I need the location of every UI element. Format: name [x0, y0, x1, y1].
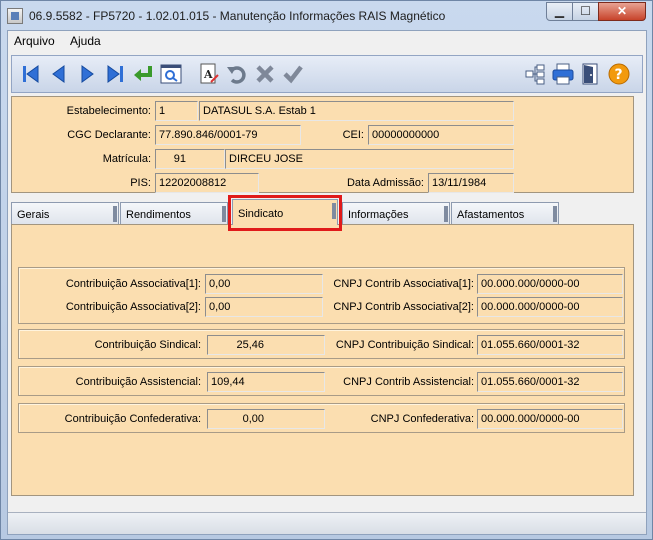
menu-bar: Arquivo Ajuda — [8, 31, 646, 51]
tab-afastamentos[interactable]: Afastamentos — [451, 202, 559, 224]
last-record-icon[interactable] — [104, 63, 126, 85]
toolbar: A ? — [11, 55, 643, 93]
maximize-button[interactable]: ☐ — [572, 2, 599, 21]
menu-arquivo[interactable]: Arquivo — [14, 34, 55, 48]
menu-ajuda[interactable]: Ajuda — [70, 34, 101, 48]
assoc1-cnpj-field[interactable]: 00.000.000/0000-00 — [477, 274, 623, 294]
app-window: 06.9.5582 - FP5720 - 1.02.01.015 - Manut… — [0, 0, 653, 540]
matricula-code-field[interactable]: 91 — [155, 149, 225, 169]
svg-text:A: A — [203, 68, 213, 81]
cei-field[interactable]: 00000000000 — [368, 125, 514, 145]
admissao-field[interactable]: 13/11/1984 — [428, 173, 514, 193]
tab-informacoes[interactable]: Informações — [342, 202, 450, 224]
cei-label: CEI: — [342, 129, 364, 141]
assistencial-group: Contribuição Assistencial: 109,44 CNPJ C… — [18, 366, 625, 396]
assistencial-label: Contribuição Assistencial: — [75, 376, 201, 388]
confederativa-group: Contribuição Confederativa: 0,00 CNPJ Co… — [18, 403, 625, 433]
sindical-group: Contribuição Sindical: 25,46 CNPJ Contri… — [18, 329, 625, 359]
assoc1-cnpj-label: CNPJ Contrib Associativa[1]: — [333, 278, 474, 290]
sindicato-panel: Contribuição Associativa[1]: 0,00 CNPJ C… — [11, 224, 634, 496]
window-title: 06.9.5582 - FP5720 - 1.02.01.015 - Manut… — [29, 9, 446, 23]
assoc2-label: Contribuição Associativa[2]: — [65, 301, 201, 313]
client-area: Arquivo Ajuda A ? Estabelecimento: 1 DAT… — [7, 30, 647, 535]
header-form: Estabelecimento: 1 DATASUL S.A. Estab 1 … — [11, 96, 634, 193]
admissao-label: Data Admissão: — [346, 177, 424, 189]
tree-icon[interactable] — [524, 63, 546, 85]
tab-rendimentos[interactable]: Rendimentos — [120, 202, 228, 224]
previous-record-icon[interactable] — [48, 63, 70, 85]
title-bar[interactable]: 06.9.5582 - FP5720 - 1.02.01.015 - Manut… — [1, 1, 652, 31]
cgc-field[interactable]: 77.890.846/0001-79 — [155, 125, 301, 145]
tab-edge — [444, 206, 448, 222]
tab-gerais[interactable]: Gerais — [11, 202, 119, 224]
active-tab-highlight — [228, 195, 342, 231]
tab-edge — [113, 206, 117, 222]
assistencial-cnpj-field[interactable]: 01.055.660/0001-32 — [477, 372, 623, 392]
undo-icon[interactable] — [226, 63, 248, 85]
pis-field[interactable]: 12202008812 — [155, 173, 259, 193]
confederativa-cnpj-label: CNPJ Confederativa: — [370, 413, 474, 425]
tab-informacoes-label: Informações — [348, 209, 409, 221]
tab-edge — [222, 206, 226, 222]
associativa-group: Contribuição Associativa[1]: 0,00 CNPJ C… — [18, 267, 625, 324]
next-record-icon[interactable] — [76, 63, 98, 85]
help-icon[interactable]: ? — [608, 63, 630, 85]
estabelecimento-label: Estabelecimento: — [66, 105, 151, 117]
search-icon[interactable] — [160, 63, 182, 85]
matricula-name-field: DIRCEU JOSE — [225, 149, 514, 169]
svg-text:?: ? — [615, 67, 623, 83]
exit-icon[interactable] — [580, 63, 602, 85]
tab-rendimentos-label: Rendimentos — [126, 209, 191, 221]
tab-edge — [553, 206, 557, 222]
edit-icon[interactable]: A — [198, 63, 220, 85]
delete-icon[interactable] — [254, 63, 276, 85]
app-icon — [7, 8, 23, 24]
estabelecimento-name-field: DATASUL S.A. Estab 1 — [199, 101, 514, 121]
confederativa-label: Contribuição Confederativa: — [64, 413, 201, 425]
assoc1-label: Contribuição Associativa[1]: — [65, 278, 201, 290]
minimize-button[interactable]: ▁ — [546, 2, 573, 21]
matricula-label: Matrícula: — [102, 153, 151, 165]
estabelecimento-code-field[interactable]: 1 — [155, 101, 198, 121]
pis-label: PIS: — [130, 177, 151, 189]
first-record-icon[interactable] — [20, 63, 42, 85]
close-button[interactable]: ✕ — [598, 2, 646, 21]
confederativa-field[interactable]: 0,00 — [207, 409, 325, 429]
assoc2-cnpj-label: CNPJ Contrib Associativa[2]: — [333, 301, 474, 313]
assistencial-cnpj-label: CNPJ Contrib Assistencial: — [343, 376, 474, 388]
goto-record-icon[interactable] — [132, 63, 154, 85]
assoc2-field[interactable]: 0,00 — [205, 297, 323, 317]
assoc2-cnpj-field[interactable]: 00.000.000/0000-00 — [477, 297, 623, 317]
print-icon[interactable] — [552, 63, 574, 85]
sindical-label: Contribuição Sindical: — [94, 339, 201, 351]
sindical-cnpj-field[interactable]: 01.055.660/0001-32 — [477, 335, 623, 355]
tab-gerais-label: Gerais — [17, 209, 50, 221]
sindical-cnpj-label: CNPJ Contribuição Sindical: — [335, 339, 474, 351]
tab-afastamentos-label: Afastamentos — [457, 209, 525, 221]
status-bar — [8, 512, 646, 534]
assistencial-field[interactable]: 109,44 — [207, 372, 325, 392]
save-icon[interactable] — [282, 63, 304, 85]
confederativa-cnpj-field[interactable]: 00.000.000/0000-00 — [477, 409, 623, 429]
sindical-field[interactable]: 25,46 — [207, 335, 325, 355]
cgc-label: CGC Declarante: — [67, 129, 151, 141]
assoc1-field[interactable]: 0,00 — [205, 274, 323, 294]
